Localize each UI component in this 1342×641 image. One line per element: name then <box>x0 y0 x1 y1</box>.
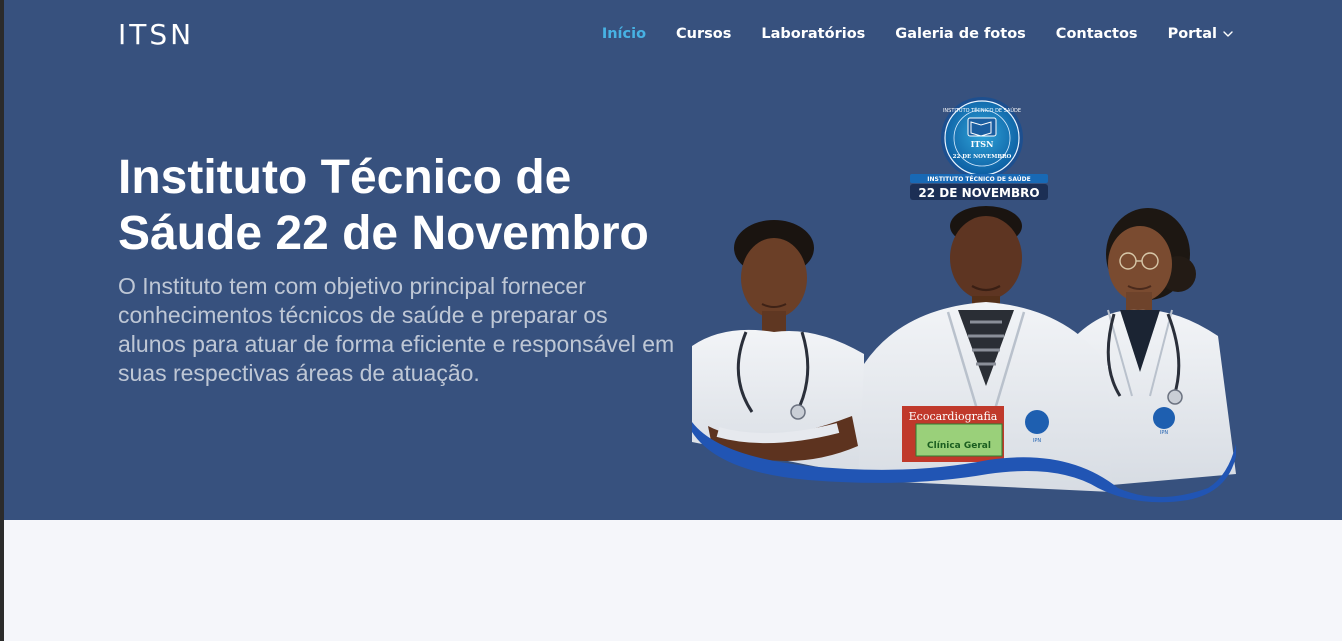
chevron-down-icon <box>1223 31 1233 37</box>
seal-date: 22 DE NOVEMBRO <box>953 154 1012 160</box>
hero-title: Instituto Técnico de Sáude 22 de Novembr… <box>118 151 649 260</box>
hero-section: ITSN Início Cursos Laboratórios Galeria … <box>4 0 1342 520</box>
banner-main-text: 22 DE NOVEMBRO <box>918 186 1039 200</box>
coat-badge-right: IPN <box>1160 430 1168 436</box>
nav-item-portal-label: Portal <box>1167 26 1217 42</box>
content-section <box>4 520 1342 641</box>
nav-item-portal[interactable]: Portal <box>1168 26 1234 42</box>
book-title-2: Clínica Geral <box>927 441 991 451</box>
institute-banner: INSTITUTO TÉCNICO DE SAÚDE 22 DE NOVEMBR… <box>910 174 1048 200</box>
book-title-1: Ecocardiografia <box>909 410 998 423</box>
books-held: Ecocardiografia Clínica Geral <box>902 406 1004 462</box>
hero-description: O Instituto tem com objetivo principal f… <box>118 273 675 386</box>
student-center: IPN Ecocardiografia Clínica Geral <box>858 206 1112 492</box>
nav-item-galeria[interactable]: Galeria de fotos <box>895 26 1026 42</box>
top-navbar: ITSN Início Cursos Laboratórios Galeria … <box>4 0 1342 72</box>
nav-item-contactos[interactable]: Contactos <box>1056 26 1138 42</box>
main-nav: Início Cursos Laboratórios Galeria de fo… <box>572 26 1234 42</box>
seal-ring-text: INSTITUTO TÉCNICO DE SAÚDE <box>943 106 1021 114</box>
site-logo[interactable]: ITSN <box>118 18 194 51</box>
nav-item-inicio[interactable]: Início <box>602 26 646 42</box>
nav-item-cursos[interactable]: Cursos <box>676 26 731 42</box>
seal-abbrev: ITSN <box>971 139 994 149</box>
nav-item-laboratorios[interactable]: Laboratórios <box>761 26 865 42</box>
students-photo: INSTITUTO TÉCNICO DE SAÚDE ITSN 22 DE NO… <box>692 97 1236 503</box>
institute-seal: INSTITUTO TÉCNICO DE SAÚDE ITSN 22 DE NO… <box>941 97 1023 179</box>
banner-top-text: INSTITUTO TÉCNICO DE SAÚDE <box>927 175 1031 183</box>
coat-badge-center: IPN <box>1033 438 1041 444</box>
student-left <box>692 220 864 476</box>
